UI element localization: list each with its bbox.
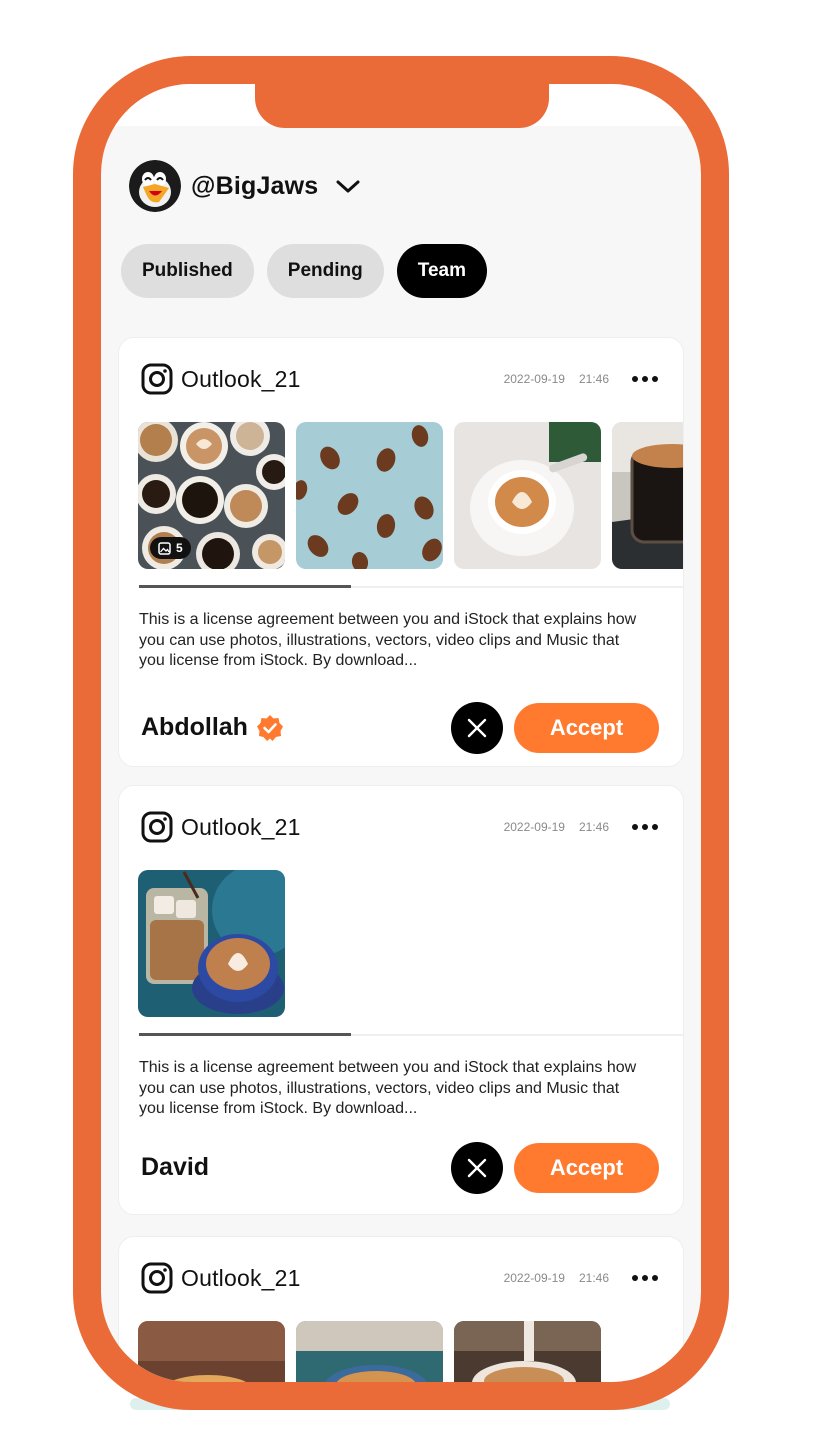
- media-thumbnail[interactable]: [454, 422, 601, 569]
- media-thumbnail[interactable]: 5: [138, 422, 285, 569]
- media-thumbnail[interactable]: [454, 1321, 601, 1382]
- more-options-icon[interactable]: [631, 822, 659, 832]
- media-thumbnail[interactable]: [612, 422, 683, 569]
- post-time: 21:46: [578, 1271, 609, 1285]
- media-count-badge: 5: [150, 537, 191, 559]
- post-timestamp: 2022-09-19 21:46: [504, 820, 609, 834]
- verified-badge-icon: [256, 714, 283, 741]
- post-timestamp: 2022-09-19 21:46: [504, 372, 609, 386]
- instagram-icon: [141, 363, 173, 395]
- post-header: Outlook_21 2022-09-19 21:46: [141, 362, 659, 396]
- close-icon: [467, 718, 487, 738]
- post-actions: Accept: [451, 1142, 659, 1194]
- media-thumbnail[interactable]: [138, 870, 285, 1017]
- post-date: 2022-09-19: [503, 820, 565, 834]
- more-options-icon[interactable]: [631, 1273, 659, 1283]
- account-switcher[interactable]: @BigJaws: [129, 160, 362, 212]
- reject-button[interactable]: [451, 702, 503, 754]
- tab-team[interactable]: Team: [396, 244, 487, 298]
- screen: @BigJaws Published Pending Team Outlook_…: [101, 84, 701, 1382]
- post-author: Abdollah: [141, 713, 284, 742]
- media-thumbnail[interactable]: [138, 1321, 285, 1382]
- instagram-icon: [141, 1262, 173, 1294]
- post-time: 21:46: [578, 820, 609, 834]
- post-media-carousel[interactable]: [138, 870, 683, 1018]
- media-thumbnail[interactable]: [296, 422, 443, 569]
- post-timestamp: 2022-09-19 21:46: [504, 1271, 609, 1285]
- more-options-icon[interactable]: [631, 374, 659, 384]
- tab-pending[interactable]: Pending: [266, 244, 384, 298]
- post-date: 2022-09-19: [503, 1271, 565, 1285]
- accept-button[interactable]: Accept: [514, 1143, 659, 1193]
- accept-button[interactable]: Accept: [514, 703, 659, 753]
- close-icon: [467, 1158, 487, 1178]
- post-account-name: Outlook_21: [181, 365, 301, 392]
- post-header: Outlook_21 2022-09-19 21:46: [141, 810, 659, 844]
- account-handle: @BigJaws: [191, 171, 319, 200]
- post-header: Outlook_21 2022-09-19 21:46: [141, 1261, 659, 1295]
- post-card: Outlook_21 2022-09-19 21:46: [118, 785, 684, 1215]
- post-media-carousel[interactable]: [138, 1321, 683, 1382]
- carousel-scrollbar[interactable]: [139, 1033, 683, 1036]
- post-date: 2022-09-19: [503, 372, 565, 386]
- post-account-name: Outlook_21: [181, 813, 301, 840]
- post-time: 21:46: [578, 372, 609, 386]
- post-account-name: Outlook_21: [181, 1264, 301, 1291]
- carousel-scroll-thumb[interactable]: [139, 1033, 352, 1036]
- avatar: [129, 160, 181, 212]
- reject-button[interactable]: [451, 1142, 503, 1194]
- post-author: David: [141, 1153, 209, 1182]
- post-description: This is a license agreement between you …: [139, 611, 637, 669]
- image-stack-icon: [158, 541, 171, 555]
- post-card: Outlook_21 2022-09-19 21:46: [118, 337, 684, 767]
- author-name: Abdollah: [141, 713, 248, 741]
- carousel-scrollbar[interactable]: [139, 585, 683, 588]
- tab-published[interactable]: Published: [121, 244, 254, 298]
- phone-frame: @BigJaws Published Pending Team Outlook_…: [73, 56, 729, 1410]
- carousel-scroll-thumb[interactable]: [139, 585, 352, 588]
- notch: [255, 84, 549, 128]
- media-thumbnail[interactable]: [296, 1321, 443, 1382]
- chevron-down-icon[interactable]: [334, 176, 362, 196]
- post-description: This is a license agreement between you …: [139, 1059, 637, 1117]
- post-card: Outlook_21 2022-09-19 21:46: [118, 1236, 684, 1382]
- post-actions: Accept: [451, 702, 659, 754]
- filter-tabs: Published Pending Team: [121, 244, 487, 298]
- author-name: David: [141, 1153, 210, 1181]
- media-count: 5: [176, 541, 183, 555]
- post-media-carousel[interactable]: 5: [138, 422, 683, 570]
- instagram-icon: [141, 811, 173, 843]
